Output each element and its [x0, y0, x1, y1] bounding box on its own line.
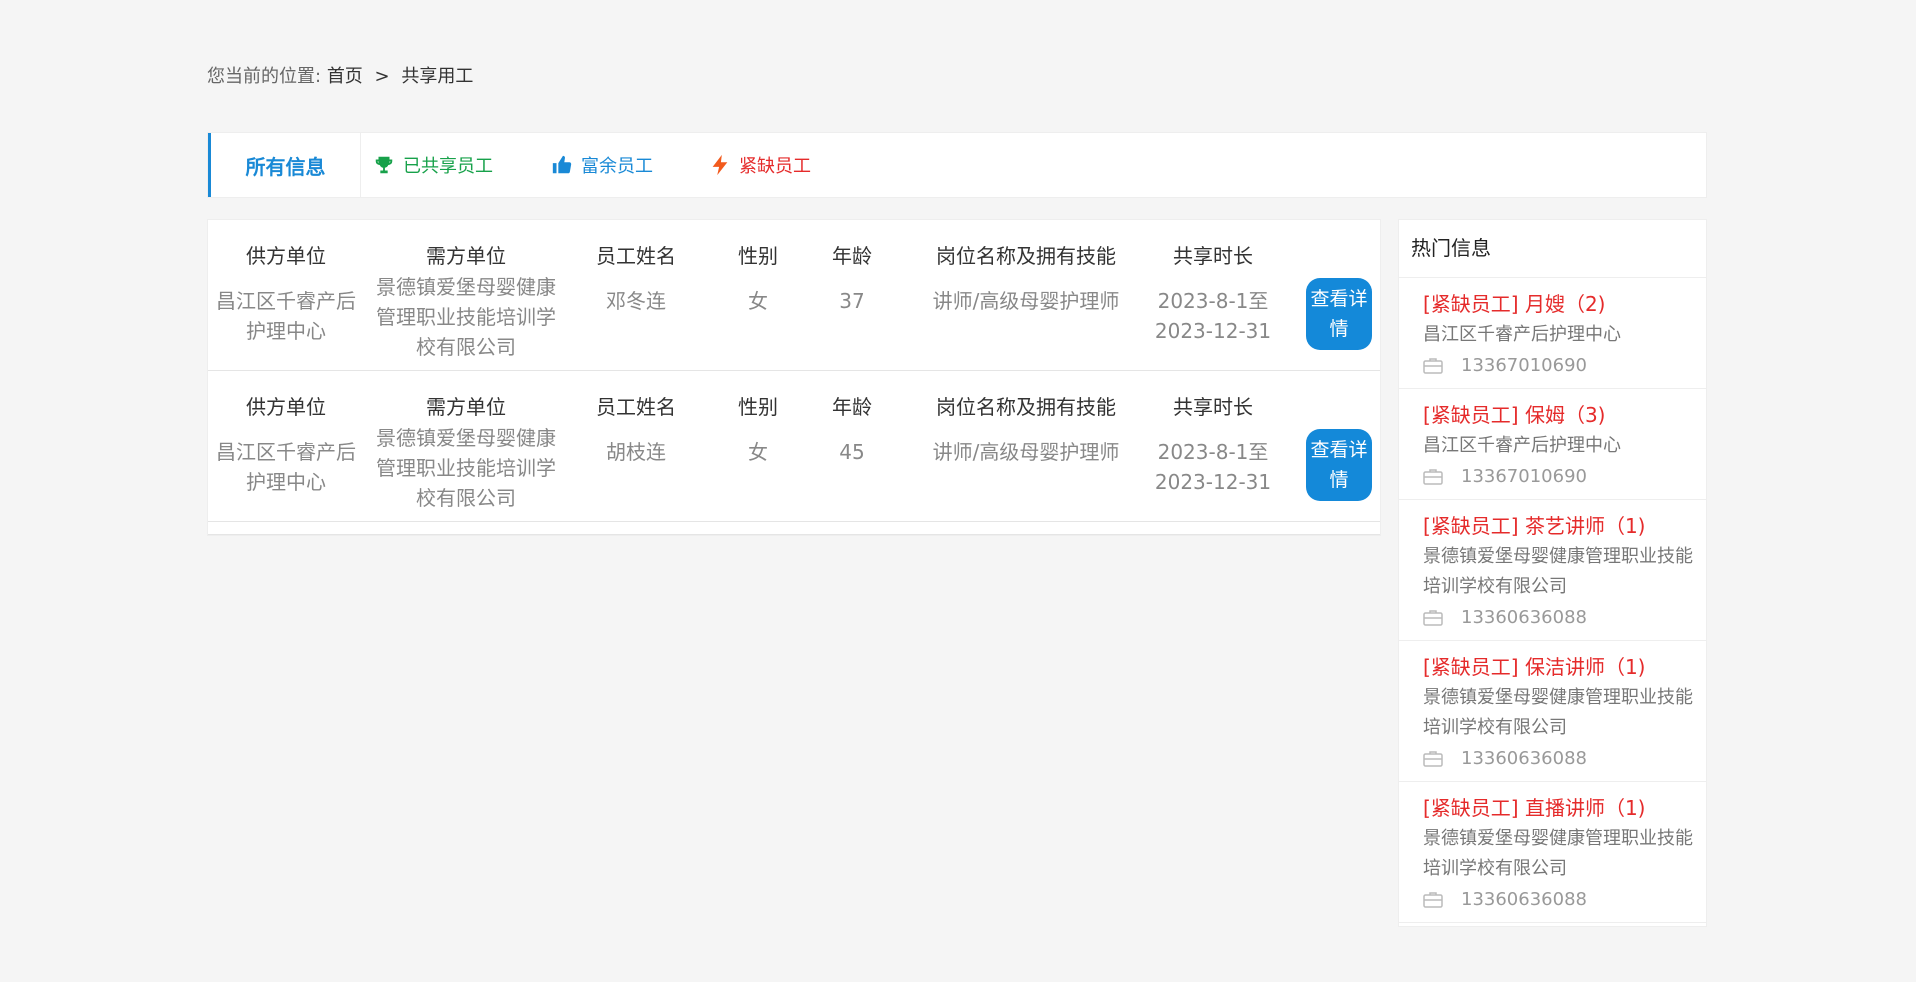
gender-cell: 女: [748, 289, 768, 313]
tab-all-info[interactable]: 所有信息: [208, 133, 361, 197]
column-header-age: 年龄: [832, 244, 872, 268]
demander-cell: 景德镇爱堡母婴健康管理职业技能培训学校有限公司: [376, 426, 556, 510]
column-header-name: 员工姓名: [596, 244, 676, 268]
table-row: 供方单位 需方单位 员工姓名 性别 年龄 岗位名称及拥有技能 共享时长 昌江区千…: [208, 371, 1380, 522]
hot-info-item[interactable]: [紧缺员工] 月嫂（2) 昌江区千睿产后护理中心 13367010690: [1399, 278, 1706, 389]
category-tabs: 所有信息 已共享员工 富余员工 紧缺员工: [207, 132, 1707, 198]
column-header-position: 岗位名称及拥有技能: [936, 244, 1116, 268]
tab-shortage-label: 紧缺员工: [739, 156, 811, 177]
table-spacer: [208, 522, 1380, 535]
breadcrumb-current: 共享用工: [401, 66, 474, 87]
column-header-gender: 性别: [738, 244, 778, 268]
column-header-gender: 性别: [738, 395, 778, 419]
briefcase-icon: [1423, 751, 1443, 767]
view-details-button[interactable]: 查看详情: [1306, 429, 1372, 501]
briefcase-icon: [1423, 892, 1443, 908]
hot-info-panel: 热门信息 [紧缺员工] 月嫂（2) 昌江区千睿产后护理中心 1336701069…: [1398, 219, 1707, 927]
demander-cell: 景德镇爱堡母婴健康管理职业技能培训学校有限公司: [376, 275, 556, 359]
hot-item-phone: 13360636088: [1461, 889, 1587, 910]
column-header-duration: 共享时长: [1173, 395, 1253, 419]
hot-item-title[interactable]: [紧缺员工] 保姆（3): [1423, 399, 1694, 431]
duration-cell: 2023-8-1至2023-12-31: [1154, 440, 1272, 494]
age-cell: 37: [839, 289, 865, 313]
hot-info-item[interactable]: [紧缺员工] 保洁讲师（1) 景德镇爱堡母婴健康管理职业技能培训学校有限公司 1…: [1399, 641, 1706, 782]
briefcase-icon: [1423, 358, 1443, 374]
column-header-demander: 需方单位: [426, 244, 506, 268]
position-cell: 讲师/高级母婴护理师: [932, 289, 1120, 313]
column-header-name: 员工姓名: [596, 395, 676, 419]
column-header-duration: 共享时长: [1173, 244, 1253, 268]
hot-info-item[interactable]: [紧缺员工] 保姆（3) 昌江区千睿产后护理中心 13367010690: [1399, 389, 1706, 500]
hot-item-title[interactable]: [紧缺员工] 保洁讲师（1): [1423, 651, 1694, 683]
hot-item-contact: 13360636088: [1423, 884, 1694, 916]
hot-info-item[interactable]: [紧缺员工] 茶艺讲师（1) 景德镇爱堡母婴健康管理职业技能培训学校有限公司 1…: [1399, 500, 1706, 641]
duration-cell: 2023-8-1至2023-12-31: [1154, 289, 1272, 343]
hot-info-title: 热门信息: [1399, 220, 1706, 278]
hot-item-title[interactable]: [紧缺员工] 茶艺讲师（1): [1423, 510, 1694, 542]
thumbs-up-icon: [552, 155, 572, 174]
briefcase-icon: [1423, 610, 1443, 626]
hot-item-org: 景德镇爱堡母婴健康管理职业技能培训学校有限公司: [1423, 828, 1693, 879]
position-cell: 讲师/高级母婴护理师: [932, 440, 1120, 464]
hot-item-contact: 13360636088: [1423, 602, 1694, 634]
column-header-supplier: 供方单位: [246, 395, 326, 419]
hot-item-phone: 13360636088: [1461, 748, 1587, 769]
trophy-icon: [375, 156, 393, 174]
supplier-cell: 昌江区千睿产后护理中心: [216, 289, 356, 343]
tab-shared-label: 已共享员工: [403, 156, 493, 177]
hot-item-org: 昌江区千睿产后护理中心: [1423, 324, 1621, 345]
age-cell: 45: [839, 440, 865, 464]
hot-item-title[interactable]: [紧缺员工] 直播讲师（1): [1423, 792, 1694, 824]
hot-item-phone: 13367010690: [1461, 355, 1587, 376]
hot-item-org: 昌江区千睿产后护理中心: [1423, 435, 1621, 456]
gender-cell: 女: [748, 440, 768, 464]
hot-info-item[interactable]: [紧缺员工] 直播讲师（1) 景德镇爱堡母婴健康管理职业技能培训学校有限公司 1…: [1399, 782, 1706, 923]
hot-item-contact: 13360636088: [1423, 743, 1694, 775]
hot-item-phone: 13367010690: [1461, 466, 1587, 487]
supplier-cell: 昌江区千睿产后护理中心: [216, 440, 356, 494]
hot-item-org: 景德镇爱堡母婴健康管理职业技能培训学校有限公司: [1423, 546, 1693, 597]
column-header-supplier: 供方单位: [246, 244, 326, 268]
hot-item-contact: 13367010690: [1423, 350, 1694, 382]
breadcrumb-separator: >: [374, 66, 390, 87]
employee-name-cell: 邓冬连: [606, 289, 666, 313]
hot-item-contact: 13367010690: [1423, 461, 1694, 493]
briefcase-icon: [1423, 469, 1443, 485]
breadcrumb: 您当前的位置: 首页 > 共享用工: [207, 62, 473, 88]
column-header-age: 年龄: [832, 395, 872, 419]
shared-employee-list: 供方单位 需方单位 员工姓名 性别 年龄 岗位名称及拥有技能 共享时长 昌江区千…: [207, 219, 1381, 536]
lightning-icon: [712, 154, 728, 176]
hot-item-phone: 13360636088: [1461, 607, 1587, 628]
hot-item-org: 景德镇爱堡母婴健康管理职业技能培训学校有限公司: [1423, 687, 1693, 738]
column-header-demander: 需方单位: [426, 395, 506, 419]
tab-surplus-label: 富余员工: [581, 156, 653, 177]
hot-item-title[interactable]: [紧缺员工] 月嫂（2): [1423, 288, 1694, 320]
employee-name-cell: 胡枝连: [606, 440, 666, 464]
view-details-button[interactable]: 查看详情: [1306, 278, 1372, 350]
tab-shortage-employees[interactable]: 紧缺员工: [709, 152, 811, 178]
column-header-position: 岗位名称及拥有技能: [936, 395, 1116, 419]
breadcrumb-home-link[interactable]: 首页: [327, 66, 363, 87]
tab-shared-employees[interactable]: 已共享员工: [373, 152, 493, 178]
tab-surplus-employees[interactable]: 富余员工: [551, 152, 653, 178]
breadcrumb-prefix: 您当前的位置:: [207, 66, 322, 87]
table-row: 供方单位 需方单位 员工姓名 性别 年龄 岗位名称及拥有技能 共享时长 昌江区千…: [208, 220, 1380, 371]
